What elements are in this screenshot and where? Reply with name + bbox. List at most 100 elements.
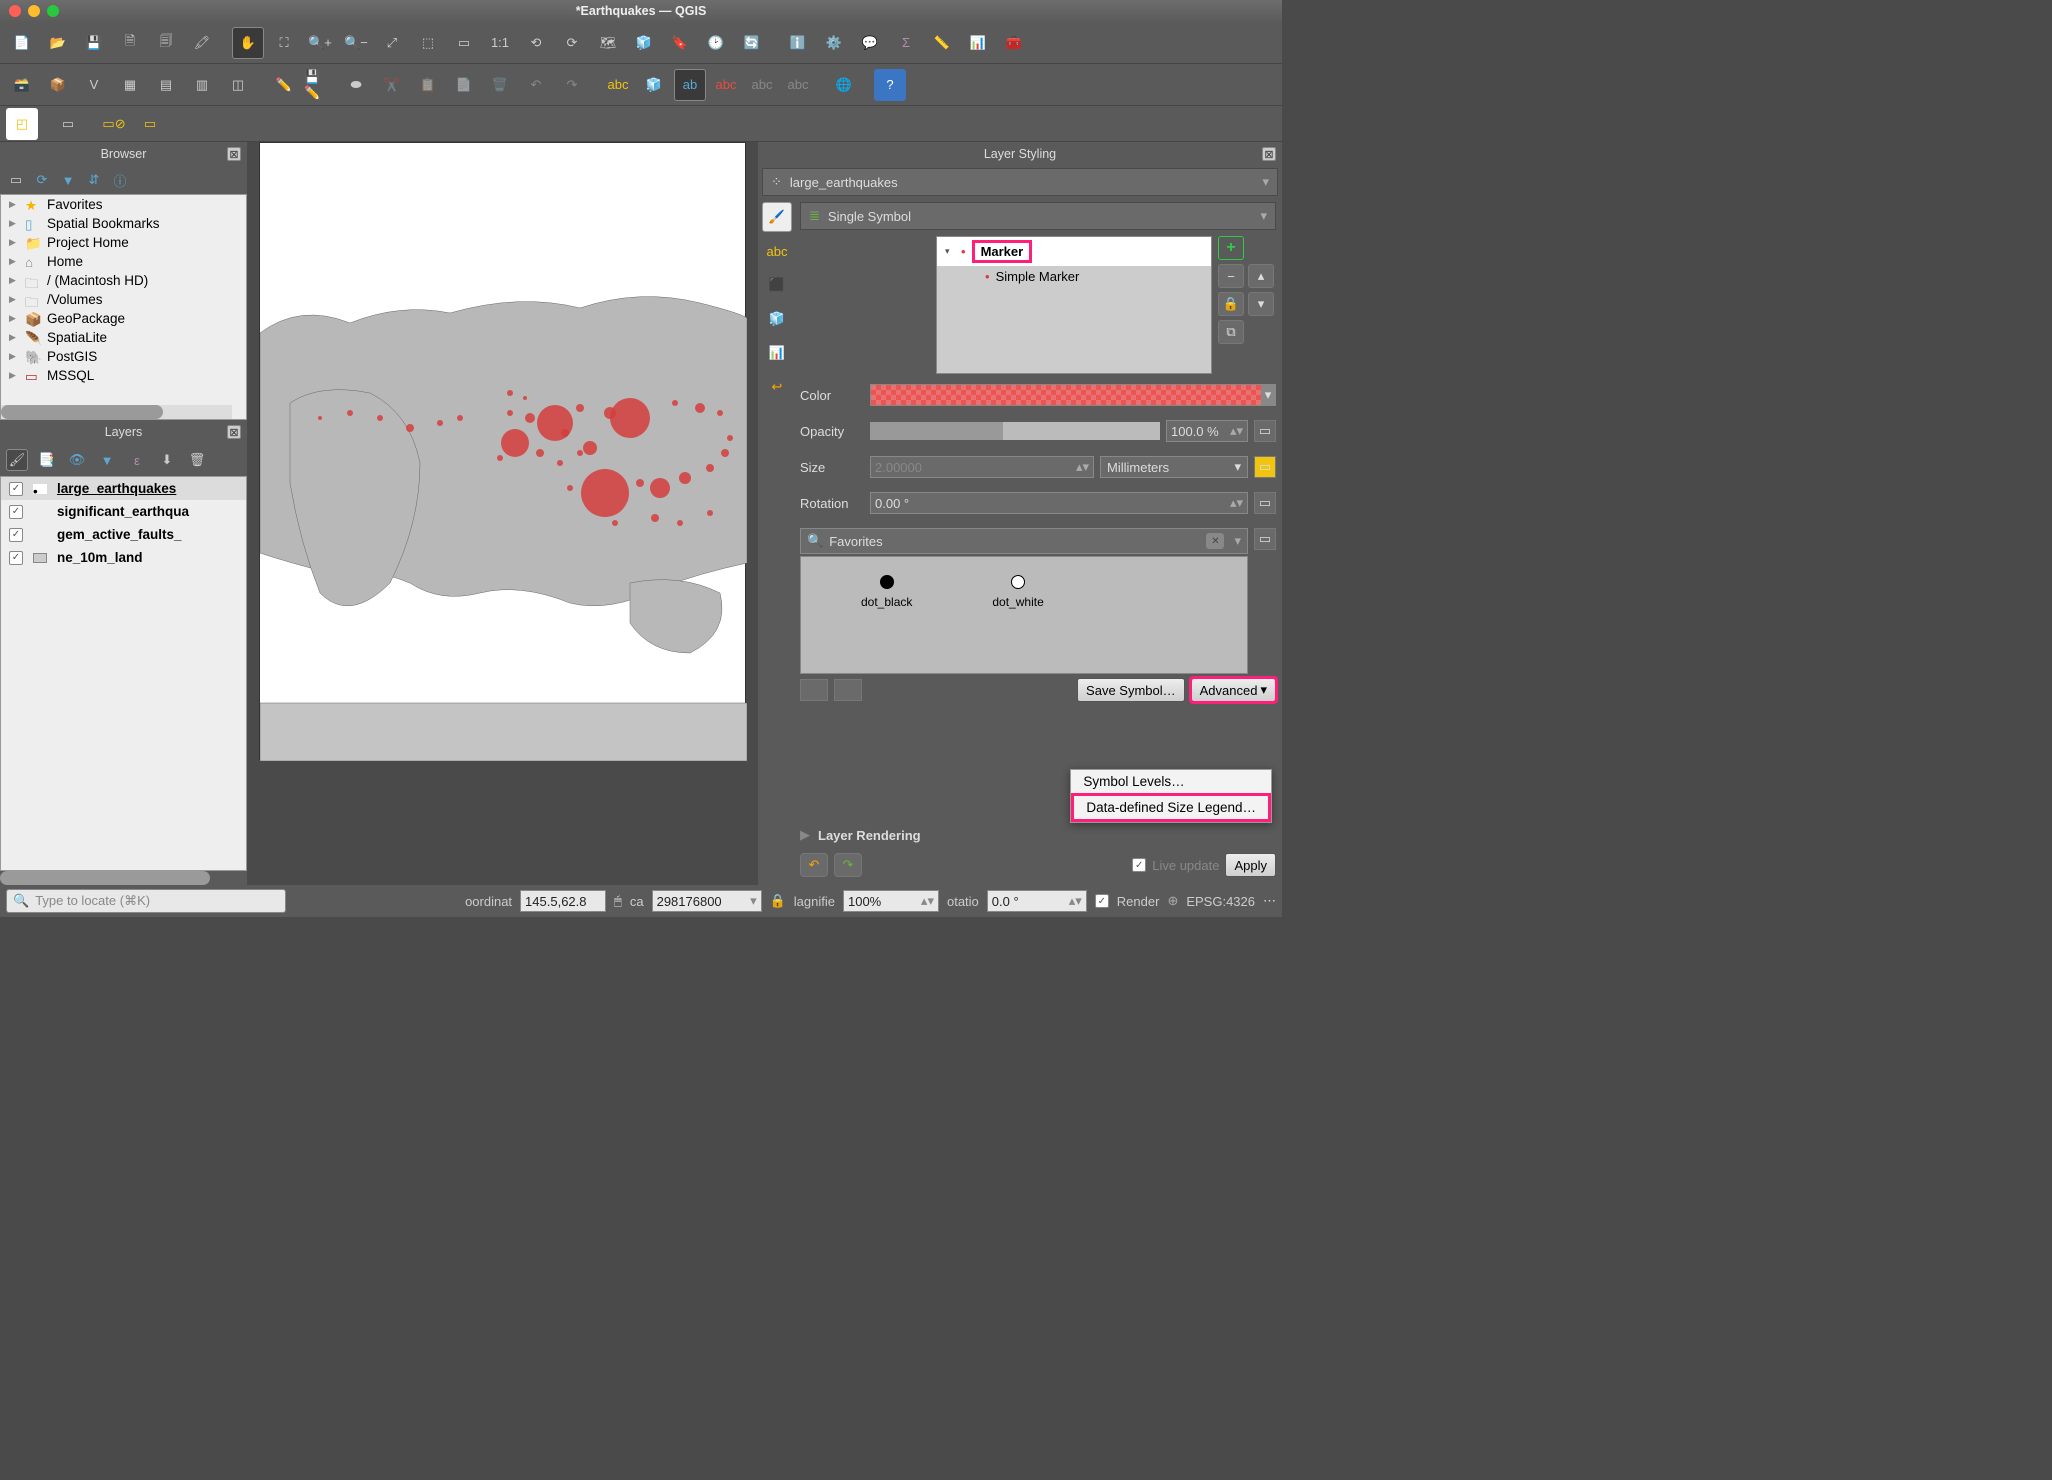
size-unit-selector[interactable]: Millimeters▾	[1100, 456, 1248, 478]
browser-tree[interactable]: ▶★Favorites ▶▯Spatial Bookmarks ▶📁Projec…	[0, 194, 247, 420]
browser-scrollbar[interactable]	[1, 405, 232, 419]
save-edits-icon[interactable]: 💾✏️	[304, 69, 336, 101]
zoom-last-icon[interactable]: ⟲	[520, 27, 552, 59]
minimize-window-icon[interactable]	[28, 5, 40, 17]
crs-icon[interactable]: ⊕	[1167, 893, 1178, 909]
refresh-icon[interactable]: 🔄	[736, 27, 768, 59]
properties-browser-icon[interactable]: ⓘ	[110, 170, 130, 190]
crs-button[interactable]: EPSG:4326	[1186, 894, 1255, 909]
mouse-toggle-icon[interactable]: 🖱	[614, 893, 622, 909]
duplicate-symbol-icon[interactable]: ⧉	[1218, 320, 1244, 344]
zoom-out-icon[interactable]: 🔍−	[340, 27, 372, 59]
add-virtual-icon[interactable]: ◫	[222, 69, 254, 101]
apply-button[interactable]: Apply	[1225, 853, 1276, 877]
add-layer-icon[interactable]: ▭	[6, 170, 26, 190]
measure-icon[interactable]: 📏	[926, 27, 958, 59]
redo-icon[interactable]: ↷	[556, 69, 588, 101]
live-update-checkbox[interactable]: ✓	[1132, 858, 1146, 872]
lock-symbol-icon[interactable]: 🔒	[1218, 292, 1244, 316]
advanced-button[interactable]: Advanced▾	[1191, 678, 1276, 702]
move-up-icon[interactable]: ▴	[1248, 264, 1274, 288]
render-checkbox[interactable]: ✓	[1095, 894, 1109, 908]
menu-symbol-levels[interactable]: Symbol Levels…	[1071, 770, 1271, 793]
cut-feature-icon[interactable]: ✂️	[376, 69, 408, 101]
add-vector-icon[interactable]: V	[78, 69, 110, 101]
bookmark-icon[interactable]: 🔖	[664, 27, 696, 59]
history-tab-icon[interactable]: ↩	[762, 372, 792, 402]
add-delimited-icon[interactable]: ▥	[186, 69, 218, 101]
layer-checkbox[interactable]: ✓	[9, 505, 23, 519]
new-3d-icon[interactable]: 🧊	[628, 27, 660, 59]
filter-icon[interactable]: ▭	[134, 108, 166, 140]
undo-icon[interactable]: ↶	[520, 69, 552, 101]
label-pin-icon[interactable]: abc	[710, 69, 742, 101]
opacity-dd-icon[interactable]: ▭	[1254, 420, 1276, 442]
layer-rendering-section[interactable]: ▶ Layer Rendering	[800, 821, 1276, 849]
maptips-icon[interactable]: 💬	[854, 27, 886, 59]
pan-selection-icon[interactable]: ⛶	[268, 27, 300, 59]
pan-map-icon[interactable]: ✋	[232, 27, 264, 59]
rotation-spinbox[interactable]: 0.00 °▴▾	[870, 492, 1248, 514]
layer-checkbox[interactable]: ✓	[9, 551, 23, 565]
filter-browser-icon[interactable]: ▼	[58, 170, 78, 190]
map-canvas[interactable]	[259, 142, 746, 760]
nominal-icon[interactable]: 📊	[962, 27, 994, 59]
close-styling-icon[interactable]: ⊠	[1262, 147, 1276, 161]
new-map-view-icon[interactable]: 🗺	[592, 27, 624, 59]
action-icon[interactable]: ⚙️	[818, 27, 850, 59]
zoom-layer-icon[interactable]: ▭	[448, 27, 480, 59]
labels-tab-icon[interactable]: abc	[762, 236, 792, 266]
undo-style-icon[interactable]: ↶	[800, 853, 828, 877]
refresh-browser-icon[interactable]: ⟳	[32, 170, 52, 190]
move-down-icon[interactable]: ▾	[1248, 292, 1274, 316]
clear-search-icon[interactable]: ✕	[1206, 533, 1224, 549]
label-tool-icon[interactable]: ab	[674, 69, 706, 101]
layer-checkbox[interactable]: ✓	[9, 528, 23, 542]
zoom-selection-icon[interactable]: ⬚	[412, 27, 444, 59]
help-icon[interactable]: ?	[874, 69, 906, 101]
zoom-window-icon[interactable]	[47, 5, 59, 17]
close-layers-icon[interactable]: ⊠	[227, 425, 241, 439]
close-browser-icon[interactable]: ⊠	[227, 147, 241, 161]
size-spinbox[interactable]: 2.00000▴▾	[870, 456, 1094, 478]
coordinate-field[interactable]: 145.5,62.8	[520, 890, 606, 912]
rotation-dd-icon[interactable]: ▭	[1254, 492, 1276, 514]
symbology-tab-icon[interactable]: 🖌️	[762, 202, 792, 232]
close-window-icon[interactable]	[9, 5, 21, 17]
new-geopackage-icon[interactable]: 📦	[42, 69, 74, 101]
layer-selector[interactable]: ⁘ large_earthquakes ▾	[762, 168, 1278, 196]
copy-feature-icon[interactable]: 📋	[412, 69, 444, 101]
collapse-browser-icon[interactable]: ⇵	[84, 170, 104, 190]
symbol-search[interactable]: 🔍 Favorites ✕ ▾	[800, 528, 1248, 554]
new-print-layout-icon[interactable]: 🗎	[114, 27, 146, 59]
zoom-full-icon[interactable]: ⤢	[376, 27, 408, 59]
zoom-native-icon[interactable]: 1:1	[484, 27, 516, 59]
symbol-favorites-grid[interactable]: dot_black dot_white	[800, 556, 1248, 674]
add-group-icon[interactable]: 📑	[36, 449, 58, 471]
lock-scale-icon[interactable]: 🔒	[770, 893, 786, 909]
remove-symbol-layer-icon[interactable]: −	[1218, 264, 1244, 288]
open-project-icon[interactable]: 📂	[42, 27, 74, 59]
layers-tree[interactable]: ✓•large_earthquakes ✓significant_earthqu…	[0, 476, 247, 871]
add-raster-icon[interactable]: ▦	[114, 69, 146, 101]
delete-feature-icon[interactable]: 🗑️	[484, 69, 516, 101]
scale-field[interactable]: 298176800▾	[652, 890, 762, 912]
messages-icon[interactable]: ⋯	[1263, 893, 1276, 909]
layer-styling-icon[interactable]: 🖌	[6, 449, 28, 471]
stats-icon[interactable]: Σ	[890, 27, 922, 59]
diagrams-tab-icon[interactable]: 📊	[762, 338, 792, 368]
save-project-icon[interactable]: 💾	[78, 27, 110, 59]
diagram-icon[interactable]: 🧊	[638, 69, 670, 101]
zoom-in-icon[interactable]: 🔍+	[304, 27, 336, 59]
icon-view-icon[interactable]	[800, 679, 828, 701]
remove-layer-icon[interactable]: 🗑	[186, 449, 208, 471]
web-icon[interactable]: 🌐	[828, 69, 860, 101]
layer-checkbox[interactable]: ✓	[9, 482, 23, 496]
layers-scrollbar[interactable]	[0, 871, 210, 885]
label-hide-icon[interactable]: abc	[746, 69, 778, 101]
toggle-edit-icon[interactable]: ✏️	[268, 69, 300, 101]
list-view-icon[interactable]	[834, 679, 862, 701]
redo-style-icon[interactable]: ↷	[834, 853, 862, 877]
save-symbol-button[interactable]: Save Symbol…	[1077, 678, 1185, 702]
filter-layers-icon[interactable]: ▼	[96, 449, 118, 471]
